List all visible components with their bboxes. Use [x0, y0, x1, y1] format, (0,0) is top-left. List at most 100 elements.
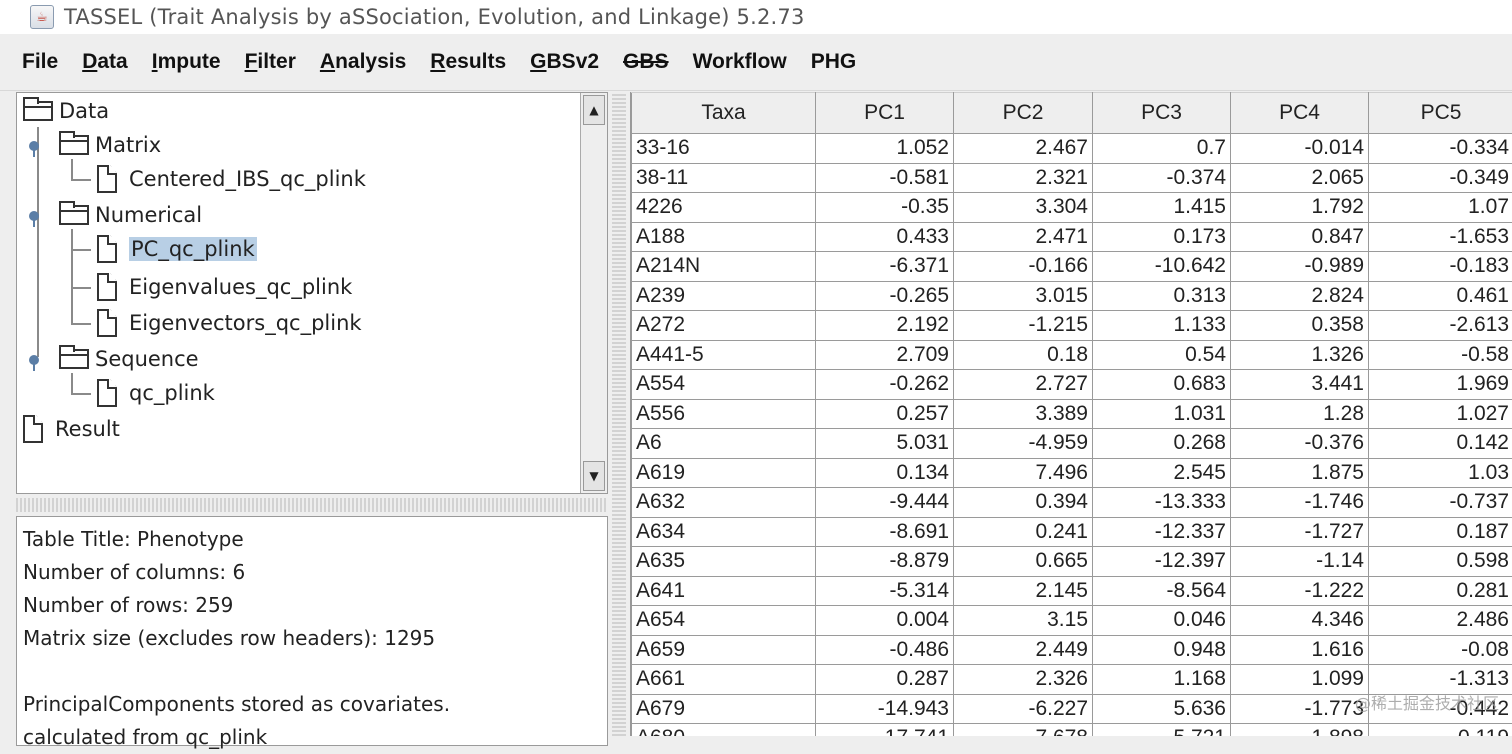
- table-row[interactable]: A632-9.4440.394-13.333-1.746-0.737: [632, 488, 1512, 518]
- taxa-cell[interactable]: A654: [632, 606, 816, 636]
- pc-value-cell[interactable]: -0.376: [1231, 429, 1369, 459]
- pc-value-cell[interactable]: 2.709: [816, 340, 954, 370]
- pc-value-cell[interactable]: -0.183: [1369, 252, 1512, 282]
- taxa-cell[interactable]: A188: [632, 222, 816, 252]
- pc-value-cell[interactable]: -6.371: [816, 252, 954, 282]
- table-row[interactable]: A6190.1347.4962.5451.8751.03: [632, 458, 1512, 488]
- pc-value-cell[interactable]: 2.145: [954, 576, 1093, 606]
- pc-value-cell[interactable]: -1.653: [1369, 222, 1512, 252]
- pc-value-cell[interactable]: -0.08: [1369, 635, 1512, 665]
- pc-value-cell[interactable]: 2.192: [816, 311, 954, 341]
- pc-value-cell[interactable]: -4.959: [954, 429, 1093, 459]
- menu-file[interactable]: File: [22, 50, 58, 74]
- pc-value-cell[interactable]: 0.683: [1093, 370, 1231, 400]
- menu-results[interactable]: Results: [430, 50, 506, 74]
- pc-value-cell[interactable]: 3.015: [954, 281, 1093, 311]
- tree-node-pc-qc-plink[interactable]: PC_qc_plink: [97, 233, 257, 265]
- tree-vertical-scrollbar[interactable]: ▲ ▼: [580, 93, 607, 493]
- pc-value-cell[interactable]: -1.746: [1231, 488, 1369, 518]
- pc-value-cell[interactable]: 3.304: [954, 193, 1093, 223]
- menu-gbsv2[interactable]: GBSv2: [530, 50, 599, 74]
- pc-value-cell[interactable]: 0.268: [1093, 429, 1231, 459]
- pc-value-cell[interactable]: -13.333: [1093, 488, 1231, 518]
- pc-value-cell[interactable]: 17.741: [816, 724, 954, 737]
- taxa-cell[interactable]: A6: [632, 429, 816, 459]
- table-row[interactable]: A554-0.2622.7270.6833.4411.969: [632, 370, 1512, 400]
- pc-value-cell[interactable]: -8.564: [1093, 576, 1231, 606]
- pc-value-cell[interactable]: 1.875: [1231, 458, 1369, 488]
- pc-value-cell[interactable]: -1.215: [954, 311, 1093, 341]
- pc-value-cell[interactable]: 1.969: [1369, 370, 1512, 400]
- table-row[interactable]: A65.031-4.9590.268-0.3760.142: [632, 429, 1512, 459]
- pc-value-cell[interactable]: 1.07: [1369, 193, 1512, 223]
- pc-value-cell[interactable]: -0.349: [1369, 163, 1512, 193]
- taxa-cell[interactable]: A661: [632, 665, 816, 695]
- column-header-pc3[interactable]: PC3: [1093, 93, 1231, 134]
- menu-workflow[interactable]: Workflow: [693, 50, 787, 74]
- pc-value-cell[interactable]: -0.265: [816, 281, 954, 311]
- taxa-cell[interactable]: A641: [632, 576, 816, 606]
- pc-value-cell[interactable]: 1.168: [1093, 665, 1231, 695]
- pc-value-cell[interactable]: 0.358: [1231, 311, 1369, 341]
- taxa-cell[interactable]: A659: [632, 635, 816, 665]
- table-row[interactable]: A441-52.7090.180.541.326-0.58: [632, 340, 1512, 370]
- taxa-cell[interactable]: A632: [632, 488, 816, 518]
- pc-value-cell[interactable]: 1.031: [1093, 399, 1231, 429]
- column-header-pc4[interactable]: PC4: [1231, 93, 1369, 134]
- pc-value-cell[interactable]: 4.346: [1231, 606, 1369, 636]
- pc-value-cell[interactable]: 0.187: [1369, 517, 1512, 547]
- tree-expand-toggle-icon[interactable]: [29, 355, 39, 365]
- pc-value-cell[interactable]: -0.334: [1369, 134, 1512, 164]
- pc-value-cell[interactable]: 0.173: [1093, 222, 1231, 252]
- pc-value-cell[interactable]: 0.287: [816, 665, 954, 695]
- pc-value-cell[interactable]: -1.727: [1231, 517, 1369, 547]
- tree-node-eigenvectors[interactable]: Eigenvectors_qc_plink: [97, 307, 362, 339]
- pc-value-cell[interactable]: -8.691: [816, 517, 954, 547]
- column-header-pc1[interactable]: PC1: [816, 93, 954, 134]
- pc-value-cell[interactable]: -0.58: [1369, 340, 1512, 370]
- tree-node-centered-ibs[interactable]: Centered_IBS_qc_plink: [97, 163, 366, 195]
- menu-data[interactable]: Data: [82, 50, 128, 74]
- horizontal-splitter[interactable]: [16, 498, 608, 512]
- column-header-pc2[interactable]: PC2: [954, 93, 1093, 134]
- pc-value-cell[interactable]: 1.28: [1231, 399, 1369, 429]
- taxa-cell[interactable]: 38-11: [632, 163, 816, 193]
- table-row[interactable]: 33-161.0522.4670.7-0.014-0.334: [632, 134, 1512, 164]
- vertical-splitter[interactable]: [612, 92, 626, 736]
- pc-value-cell[interactable]: 1.052: [816, 134, 954, 164]
- taxa-cell[interactable]: A239: [632, 281, 816, 311]
- table-row[interactable]: A68017.7417.6785.7211.8980.119: [632, 724, 1512, 737]
- pc-value-cell[interactable]: 2.449: [954, 635, 1093, 665]
- tree-node-qc-plink[interactable]: qc_plink: [97, 377, 215, 409]
- table-row[interactable]: A239-0.2653.0150.3132.8240.461: [632, 281, 1512, 311]
- pc-value-cell[interactable]: 2.467: [954, 134, 1093, 164]
- pc-value-cell[interactable]: 1.415: [1093, 193, 1231, 223]
- pc-value-cell[interactable]: 1.898: [1231, 724, 1369, 737]
- pc-value-cell[interactable]: -12.397: [1093, 547, 1231, 577]
- taxa-cell[interactable]: A634: [632, 517, 816, 547]
- taxa-cell[interactable]: A635: [632, 547, 816, 577]
- pc-value-cell[interactable]: 0.134: [816, 458, 954, 488]
- pc-value-cell[interactable]: 2.326: [954, 665, 1093, 695]
- tree-expand-toggle-icon[interactable]: [29, 211, 39, 221]
- pc-value-cell[interactable]: 0.7: [1093, 134, 1231, 164]
- pc-value-cell[interactable]: -0.262: [816, 370, 954, 400]
- tree-node-eigenvalues[interactable]: Eigenvalues_qc_plink: [97, 271, 352, 303]
- menu-analysis[interactable]: Analysis: [320, 50, 406, 74]
- menu-filter[interactable]: Filter: [245, 50, 296, 74]
- tree-node-sequence[interactable]: Sequence: [59, 343, 199, 375]
- pc-value-cell[interactable]: 0.433: [816, 222, 954, 252]
- pc-value-cell[interactable]: 0.847: [1231, 222, 1369, 252]
- pc-value-cell[interactable]: 0.18: [954, 340, 1093, 370]
- pc-value-cell[interactable]: -2.613: [1369, 311, 1512, 341]
- pc-value-cell[interactable]: 0.241: [954, 517, 1093, 547]
- pc-value-cell[interactable]: 0.54: [1093, 340, 1231, 370]
- pc-value-cell[interactable]: 1.027: [1369, 399, 1512, 429]
- pc-value-cell[interactable]: -0.581: [816, 163, 954, 193]
- taxa-cell[interactable]: 33-16: [632, 134, 816, 164]
- pc-value-cell[interactable]: 2.824: [1231, 281, 1369, 311]
- pc-value-cell[interactable]: -1.222: [1231, 576, 1369, 606]
- pc-value-cell[interactable]: -9.444: [816, 488, 954, 518]
- table-row[interactable]: A6540.0043.150.0464.3462.486: [632, 606, 1512, 636]
- table-row[interactable]: 38-11-0.5812.321-0.3742.065-0.349: [632, 163, 1512, 193]
